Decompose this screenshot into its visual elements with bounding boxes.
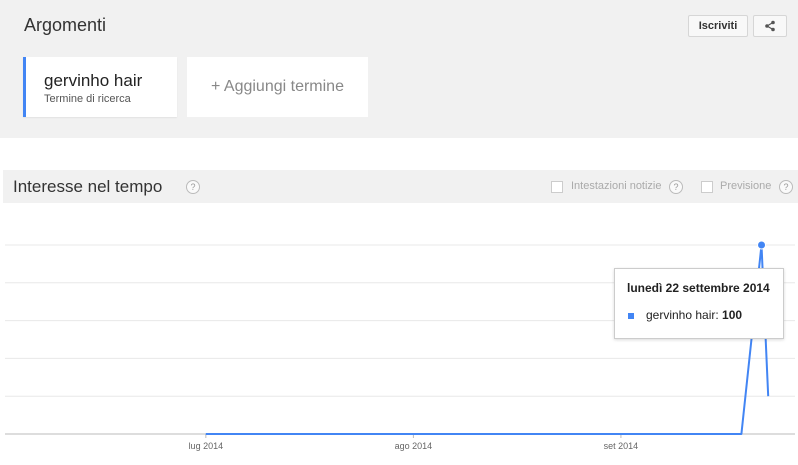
forecast-label: Previsione (720, 180, 772, 192)
topics-title: Argomenti (24, 15, 107, 35)
news-headlines-label: Intestazioni notizie (571, 180, 662, 192)
search-term-type: Termine di ricerca (44, 93, 131, 105)
x-tick-label: lug 2014 (189, 441, 224, 451)
search-term-card[interactable]: gervinho hair Termine di ricerca (23, 57, 177, 117)
x-tick-label: ago 2014 (395, 441, 433, 451)
news-help-icon[interactable]: ? (669, 180, 683, 194)
add-term-button[interactable]: + Aggiungi termine (187, 57, 368, 117)
search-term-name: gervinho hair (44, 71, 143, 90)
tooltip-series-row: gervinho hair: 100 (646, 308, 743, 322)
subscribe-button[interactable]: Iscriviti (688, 15, 748, 37)
topics-panel: Argomenti Iscriviti gervinho hair Termin… (0, 0, 798, 138)
news-headlines-checkbox[interactable] (551, 181, 563, 193)
tooltip-value: 100 (722, 308, 743, 322)
share-icon (765, 20, 775, 32)
forecast-checkbox[interactable] (701, 181, 713, 193)
help-icon[interactable]: ? (186, 180, 200, 194)
tooltip-date: lunedì 22 settembre 2014 (627, 281, 770, 295)
interest-header: Interesse nel tempo ? Intestazioni notiz… (3, 170, 798, 203)
tooltip-series-swatch (628, 313, 634, 319)
x-tick-label: set 2014 (604, 441, 639, 451)
chart-tooltip: lunedì 22 settembre 2014 gervinho hair: … (614, 268, 784, 339)
tooltip-series-name: gervinho hair (646, 308, 716, 322)
forecast-help-icon[interactable]: ? (779, 180, 793, 194)
share-button[interactable] (753, 15, 787, 37)
interest-title: Interesse nel tempo (13, 177, 163, 196)
highlight-point (757, 240, 767, 250)
